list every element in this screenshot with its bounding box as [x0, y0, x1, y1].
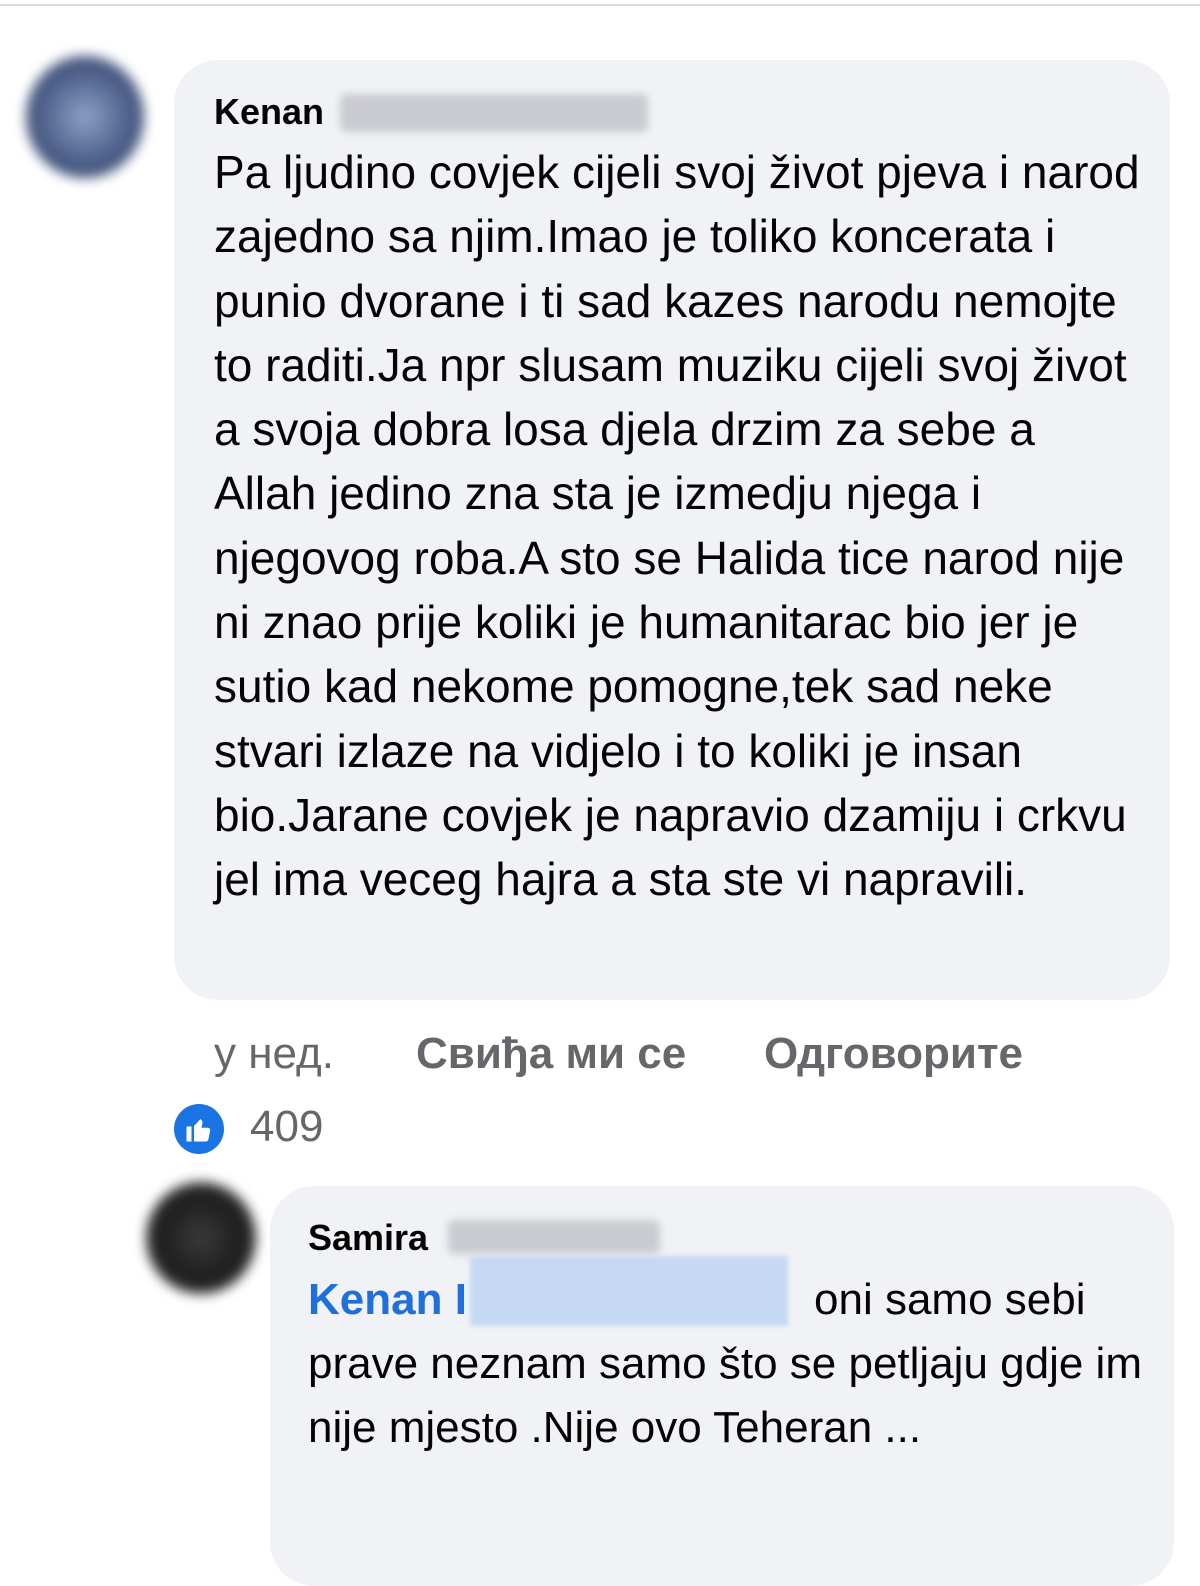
comment-timestamp[interactable]: у нед. — [214, 1026, 334, 1082]
mention-link[interactable]: Kenan I — [308, 1274, 467, 1326]
comment-text: Pa ljudino covjek cijeli svoj život pjev… — [214, 146, 1140, 906]
reply-text-first-line: oni samo sebi — [814, 1275, 1086, 1324]
thumbs-up-icon — [186, 1119, 211, 1142]
like-button[interactable]: Свиђа ми се — [416, 1026, 686, 1082]
redacted-surname — [340, 94, 648, 132]
redacted-mention — [470, 1256, 788, 1326]
commenter-avatar[interactable] — [26, 56, 144, 178]
reply-button[interactable]: Одговорите — [764, 1026, 1023, 1082]
reaction-count[interactable]: 409 — [250, 1102, 323, 1152]
top-divider — [0, 4, 1200, 6]
reply-author-name[interactable]: Samira — [308, 1218, 428, 1258]
reply-text: prave neznam samo što se petljaju gdje i… — [308, 1339, 1142, 1452]
like-reaction-icon[interactable] — [174, 1104, 224, 1154]
redacted-surname — [448, 1220, 660, 1254]
comment-author-name[interactable]: Kenan — [214, 92, 324, 132]
reply-avatar[interactable] — [146, 1182, 256, 1294]
